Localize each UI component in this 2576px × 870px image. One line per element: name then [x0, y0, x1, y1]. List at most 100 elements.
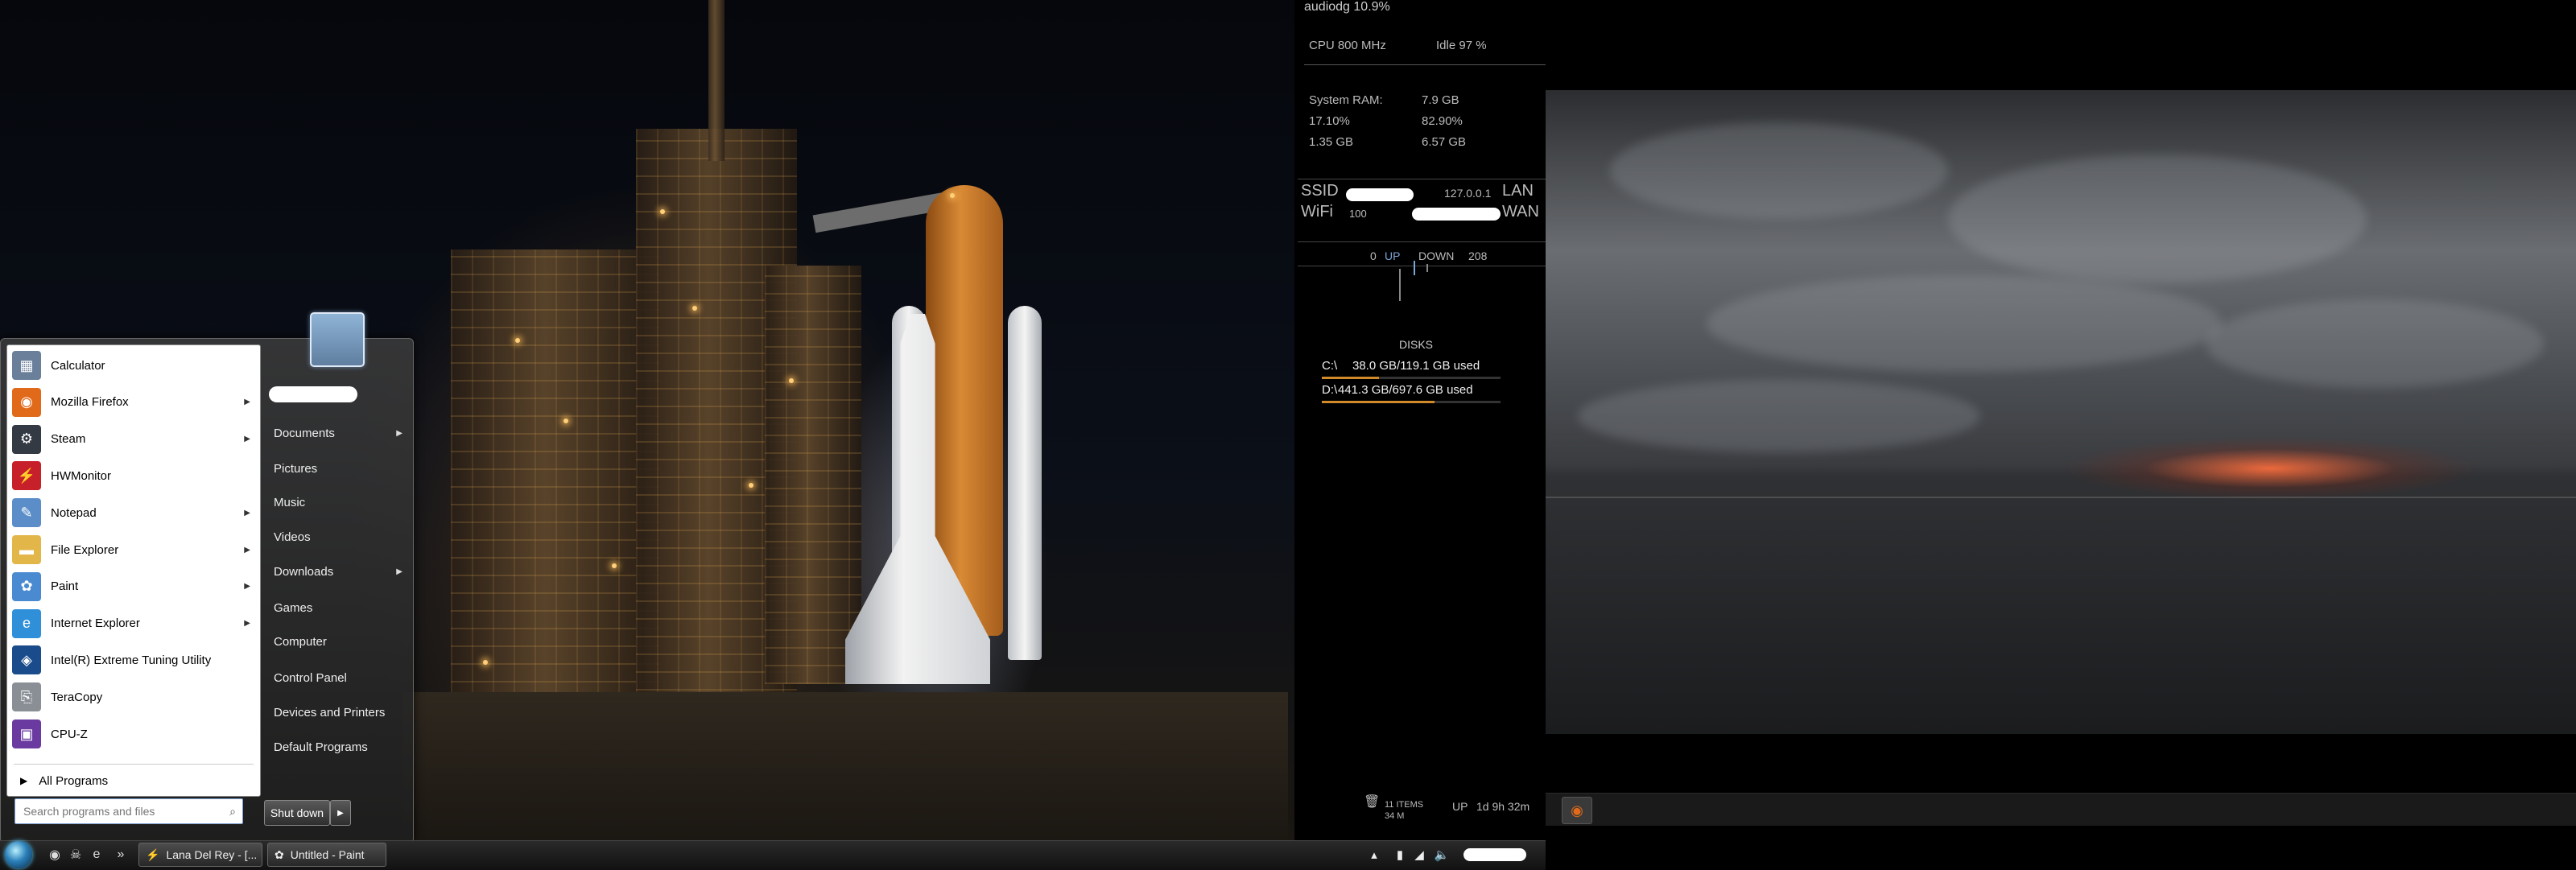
top-process: audiodg 10.9%: [1304, 0, 1390, 14]
start-menu-place-devices-and-printers[interactable]: Devices and Printers: [274, 698, 411, 727]
place-label: Games: [274, 600, 313, 615]
upload-label: UP: [1385, 249, 1401, 262]
submenu-arrow-icon[interactable]: ▶: [244, 619, 250, 628]
folder-icon: ▬: [12, 535, 41, 564]
start-menu-app-internet-explorer[interactable]: e Internet Explorer ▶: [7, 607, 260, 641]
upload-value: 0: [1370, 249, 1377, 262]
app-label: HWMonitor: [51, 468, 112, 483]
hwmonitor-icon: ⚡: [12, 461, 41, 491]
taskbar-button-label: Lana Del Rey - [...: [166, 848, 258, 861]
start-menu-place-documents[interactable]: Documents ▶: [274, 419, 411, 447]
power-icon[interactable]: ▮: [1391, 845, 1409, 864]
start-menu-app-calculator[interactable]: ▦ Calculator: [7, 348, 260, 382]
app-label: Paint: [51, 579, 79, 594]
booster-right: [1008, 306, 1042, 660]
submenu-arrow-icon[interactable]: ▶: [396, 429, 402, 438]
desktop-wallpaper-right: [1546, 90, 2576, 734]
submenu-arrow-icon[interactable]: ▶: [396, 567, 402, 576]
network-icon[interactable]: ◢: [1410, 845, 1428, 864]
start-menu-app-mozilla-firefox[interactable]: ◉ Mozilla Firefox ▶: [7, 386, 260, 419]
disks-title: DISKS: [1399, 338, 1434, 351]
taskbar-button-0[interactable]: ⚡ Lana Del Rey - [...: [138, 843, 262, 867]
start-menu-app-intel-r-extreme-tuning-utility[interactable]: ◈ Intel(R) Extreme Tuning Utility: [7, 643, 260, 677]
speaker-icon[interactable]: 🔈: [1433, 845, 1451, 864]
place-label: Devices and Printers: [274, 705, 386, 720]
place-label: Default Programs: [274, 740, 368, 754]
taskbar-button-label: Untitled - Paint: [290, 848, 365, 861]
start-menu-app-notepad[interactable]: ✎ Notepad ▶: [7, 496, 260, 530]
launch-pad-base: [402, 692, 1288, 840]
shutdown-options-button[interactable]: ▶: [330, 800, 351, 826]
shutdown-label: Shut down: [270, 806, 324, 819]
disk-d-name: D:\: [1322, 383, 1338, 397]
submenu-arrow-icon[interactable]: ▶: [244, 509, 250, 517]
start-menu-place-control-panel[interactable]: Control Panel: [274, 663, 411, 692]
place-label: Documents: [274, 426, 335, 440]
start-menu-place-games[interactable]: Games: [274, 593, 411, 622]
firefox-icon[interactable]: ◉: [1562, 797, 1592, 824]
secondary-taskbar: [1546, 793, 2576, 826]
start-menu-app-steam[interactable]: ⚙ Steam ▶: [7, 423, 260, 456]
recycle-bin-icon[interactable]: 🗑: [1364, 794, 1380, 810]
place-label: Control Panel: [274, 670, 347, 685]
submenu-arrow-icon[interactable]: ▶: [244, 435, 250, 443]
ram-free-pct: 82.90%: [1422, 114, 1463, 128]
cpuz-icon: ▣: [12, 720, 41, 748]
username-redacted: [269, 386, 357, 402]
cpu-idle: Idle 97 %: [1436, 39, 1487, 52]
search-input[interactable]: [22, 804, 210, 818]
recycle-items: 11 ITEMS: [1385, 800, 1424, 810]
winamp-icon: ⚡: [146, 847, 160, 861]
search-box[interactable]: ⌕: [14, 798, 243, 824]
app-label: TeraCopy: [51, 690, 103, 704]
search-icon[interactable]: ⌕: [229, 805, 236, 818]
start-menu-app-hwmonitor[interactable]: ⚡ HWMonitor: [7, 459, 260, 493]
start-menu-place-downloads[interactable]: Downloads ▶: [274, 557, 411, 586]
disk-d-usage: 441.3 GB/697.6 GB used: [1338, 383, 1473, 397]
lightning-mast: [708, 0, 724, 161]
start-menu-app-file-explorer[interactable]: ▬ File Explorer ▶: [7, 533, 260, 567]
firefox-icon[interactable]: ◉: [45, 845, 64, 864]
start-menu-place-default-programs[interactable]: Default Programs: [274, 732, 411, 761]
more-chevron-icon[interactable]: »: [111, 845, 130, 864]
start-menu: ▦ Calculator ◉ Mozilla Firefox ▶ ⚙ Steam ▶ ⚡ HWMo…: [0, 312, 414, 843]
start-menu-app-teracopy[interactable]: ⎘ TeraCopy: [7, 680, 260, 714]
teracopy-icon: ⎘: [12, 682, 41, 712]
all-programs-button[interactable]: ▶ All Programs: [7, 769, 260, 793]
start-menu-place-videos[interactable]: Videos: [274, 522, 411, 551]
launch-tower-left: [451, 249, 660, 700]
submenu-arrow-icon[interactable]: ▶: [244, 546, 250, 555]
uptime-label: UP: [1452, 800, 1468, 813]
user-avatar[interactable]: [310, 312, 365, 367]
recycle-size: 34 M: [1385, 811, 1405, 821]
wan-ip-redacted: [1412, 208, 1501, 221]
ram-total: 7.9 GB: [1422, 93, 1459, 107]
show-hidden-icons-icon[interactable]: ▴: [1365, 845, 1383, 864]
triangle-right-icon: ▶: [20, 775, 28, 786]
start-menu-place-pictures[interactable]: Pictures: [274, 454, 411, 483]
paint-icon: ✿: [12, 571, 41, 601]
disk-d-bar: [1322, 401, 1501, 403]
start-menu-place-computer[interactable]: Computer: [274, 627, 411, 656]
submenu-arrow-icon[interactable]: ▶: [244, 582, 250, 591]
start-menu-app-cpu-z[interactable]: ▣ CPU-Z: [7, 717, 260, 751]
shutdown-button[interactable]: Shut down: [264, 800, 330, 826]
uptime-value: 1d 9h 32m: [1476, 800, 1530, 813]
start-button[interactable]: [5, 841, 32, 868]
download-value: 208: [1468, 249, 1488, 262]
start-menu-app-paint[interactable]: ✿ Paint ▶: [7, 570, 260, 604]
lan-label: LAN: [1502, 182, 1534, 200]
system-monitor-panel: audiodg 10.9% CPU 800 MHz Idle 97 % Syst…: [1294, 0, 1546, 840]
alien-icon[interactable]: ☠: [66, 845, 85, 864]
app-label: Steam: [51, 432, 86, 447]
submenu-arrow-icon[interactable]: ▶: [244, 398, 250, 406]
disk-c-usage: 38.0 GB/119.1 GB used: [1352, 359, 1480, 373]
wifi-strength: 100: [1349, 208, 1367, 220]
start-menu-place-music[interactable]: Music: [274, 488, 411, 517]
ram-free: 6.57 GB: [1422, 135, 1467, 149]
taskbar-button-1[interactable]: ✿ Untitled - Paint: [267, 843, 386, 867]
steam-icon: ⚙: [12, 424, 41, 454]
internet-explorer-icon[interactable]: e: [87, 845, 106, 864]
start-menu-places: Documents ▶ Pictures Music Videos Downloads ▶ G…: [259, 338, 412, 842]
cpu-speed: CPU 800 MHz: [1309, 39, 1386, 52]
